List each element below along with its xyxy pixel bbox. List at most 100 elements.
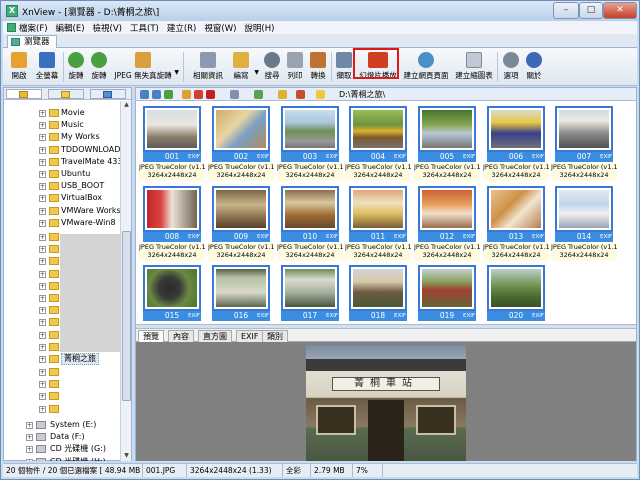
- expand-icon[interactable]: +: [39, 207, 46, 215]
- scroll-down-icon[interactable]: ▼: [122, 452, 131, 461]
- fullscreen-button[interactable]: 全螢幕: [33, 51, 61, 83]
- expand-icon[interactable]: +: [39, 171, 46, 178]
- tree-folder[interactable]: + Ubuntu: [4, 168, 120, 180]
- menu-edit[interactable]: 編輯(E): [56, 22, 85, 34]
- tab-exif[interactable]: EXIF: [236, 330, 264, 342]
- convert-button[interactable]: 轉換: [307, 51, 329, 83]
- expand-icon[interactable]: +: [39, 356, 46, 363]
- expand-icon[interactable]: +: [39, 393, 46, 401]
- thumbnail-image[interactable]: [143, 186, 201, 232]
- thumbnail-image[interactable]: [212, 106, 270, 152]
- capture-button[interactable]: 擷取: [333, 51, 355, 83]
- info-button[interactable]: 相關資訊: [191, 51, 225, 83]
- expand-icon[interactable]: +: [39, 369, 46, 376]
- menu-tools[interactable]: 工具(T): [130, 22, 159, 34]
- tab-category[interactable]: 類別: [262, 330, 288, 342]
- expand-icon[interactable]: +: [39, 295, 46, 302]
- expand-icon[interactable]: +: [39, 331, 46, 339]
- expand-icon[interactable]: +: [39, 381, 46, 389]
- tab-preview[interactable]: 預覽: [138, 330, 164, 342]
- expand-icon[interactable]: +: [39, 158, 46, 166]
- thumbnail-image[interactable]: [349, 265, 407, 311]
- expand-icon[interactable]: +: [39, 183, 46, 191]
- back-icon[interactable]: [140, 90, 149, 99]
- create-webpage-button[interactable]: 建立網頁頁面: [403, 51, 449, 83]
- close-button[interactable]: ✕: [603, 2, 637, 19]
- expand-icon[interactable]: +: [26, 434, 33, 442]
- new-folder-icon[interactable]: [182, 90, 191, 99]
- filter-icon[interactable]: [278, 90, 287, 99]
- tab-folders[interactable]: [6, 89, 42, 99]
- expand-icon[interactable]: +: [39, 282, 46, 290]
- expand-icon[interactable]: +: [39, 122, 46, 130]
- expand-icon[interactable]: +: [39, 110, 46, 117]
- menu-create[interactable]: 建立(R): [167, 22, 197, 34]
- scroll-up-icon[interactable]: ▲: [122, 101, 131, 110]
- thumbnail-image[interactable]: [349, 186, 407, 232]
- menu-view[interactable]: 檢視(V): [93, 22, 122, 34]
- expand-icon[interactable]: +: [39, 343, 46, 351]
- expand-icon[interactable]: +: [39, 234, 46, 241]
- tree-folder[interactable]: + TDDOWNLOAD: [4, 144, 120, 156]
- about-button[interactable]: 關於: [523, 51, 545, 83]
- expand-icon[interactable]: +: [26, 458, 33, 461]
- jpeg-lossless-rotate-button[interactable]: JPEG 無失真旋轉 ▼: [113, 51, 179, 83]
- scrollbar-thumb[interactable]: [122, 231, 131, 401]
- tree-folder[interactable]: +: [4, 390, 120, 402]
- expand-icon[interactable]: +: [39, 319, 46, 327]
- tree-drive[interactable]: + CD 光碟機 (G:): [4, 443, 120, 455]
- tab-browser[interactable]: 瀏覽器: [7, 35, 57, 48]
- view-mode-icon[interactable]: [230, 90, 239, 99]
- thumbnail-image[interactable]: [555, 186, 613, 232]
- expand-icon[interactable]: +: [39, 405, 46, 413]
- tree-folder[interactable]: + VirtualBox: [4, 192, 120, 204]
- thumbnail-image[interactable]: [212, 186, 270, 232]
- minimize-button[interactable]: –: [553, 2, 579, 19]
- forward-icon[interactable]: [152, 90, 161, 99]
- menu-file[interactable]: 檔案(F): [7, 22, 48, 34]
- tree-folder[interactable]: +: [4, 403, 120, 415]
- tree-folder[interactable]: + Movie: [4, 107, 120, 119]
- menu-window[interactable]: 視窗(W): [204, 22, 236, 34]
- thumbnail-image[interactable]: [555, 106, 613, 152]
- thumbnail-image[interactable]: [487, 186, 545, 232]
- thumbnail-image[interactable]: [418, 186, 476, 232]
- up-folder-icon[interactable]: [164, 90, 173, 99]
- thumbnail-image[interactable]: [143, 265, 201, 311]
- expand-icon[interactable]: +: [26, 422, 33, 429]
- tree-folder[interactable]: + VMWare Workstation: [4, 205, 120, 217]
- tab-properties[interactable]: 內容: [168, 330, 194, 342]
- thumbnail-image[interactable]: [281, 106, 339, 152]
- tree-folder[interactable]: + Music: [4, 119, 120, 131]
- expand-icon[interactable]: +: [39, 258, 46, 266]
- thumbnail-image[interactable]: [281, 265, 339, 311]
- rotate-right-button[interactable]: 旋轉: [88, 51, 110, 83]
- expand-icon[interactable]: +: [39, 146, 46, 154]
- tree-folder[interactable]: + VMware-Win8: [4, 217, 120, 229]
- thumbnail-image[interactable]: [212, 265, 270, 311]
- maximize-button[interactable]: □: [579, 2, 603, 19]
- create-contact-sheet-button[interactable]: 建立縮圖表: [453, 51, 495, 83]
- thumbnail-image[interactable]: [418, 265, 476, 311]
- expand-icon[interactable]: +: [39, 270, 46, 278]
- tree-folder[interactable]: +: [4, 366, 120, 378]
- sort-icon[interactable]: [254, 90, 263, 99]
- thumbnail-image[interactable]: [487, 265, 545, 311]
- tree-folder[interactable]: + USB_BOOT: [4, 180, 120, 192]
- tab-histogram[interactable]: 直方圖: [198, 330, 232, 342]
- edit-button[interactable]: 編寫 ▼: [229, 51, 259, 83]
- thumbnail-image[interactable]: [487, 106, 545, 152]
- bookmark-icon[interactable]: [296, 90, 305, 99]
- tree-drive[interactable]: + Data (F:): [4, 431, 120, 443]
- search-button[interactable]: 搜尋: [261, 51, 283, 83]
- path-field[interactable]: D:\菁桐之旅\: [339, 89, 385, 100]
- expand-icon[interactable]: +: [39, 134, 46, 142]
- open-button[interactable]: 開啟: [7, 51, 31, 83]
- thumbnail-image[interactable]: [418, 106, 476, 152]
- expand-icon[interactable]: +: [26, 446, 33, 454]
- expand-icon[interactable]: +: [39, 219, 46, 227]
- print-button[interactable]: 列印: [284, 51, 306, 83]
- expand-icon[interactable]: +: [39, 195, 46, 203]
- options-button[interactable]: 選項: [500, 51, 522, 83]
- tree-folder[interactable]: + My Works: [4, 131, 120, 143]
